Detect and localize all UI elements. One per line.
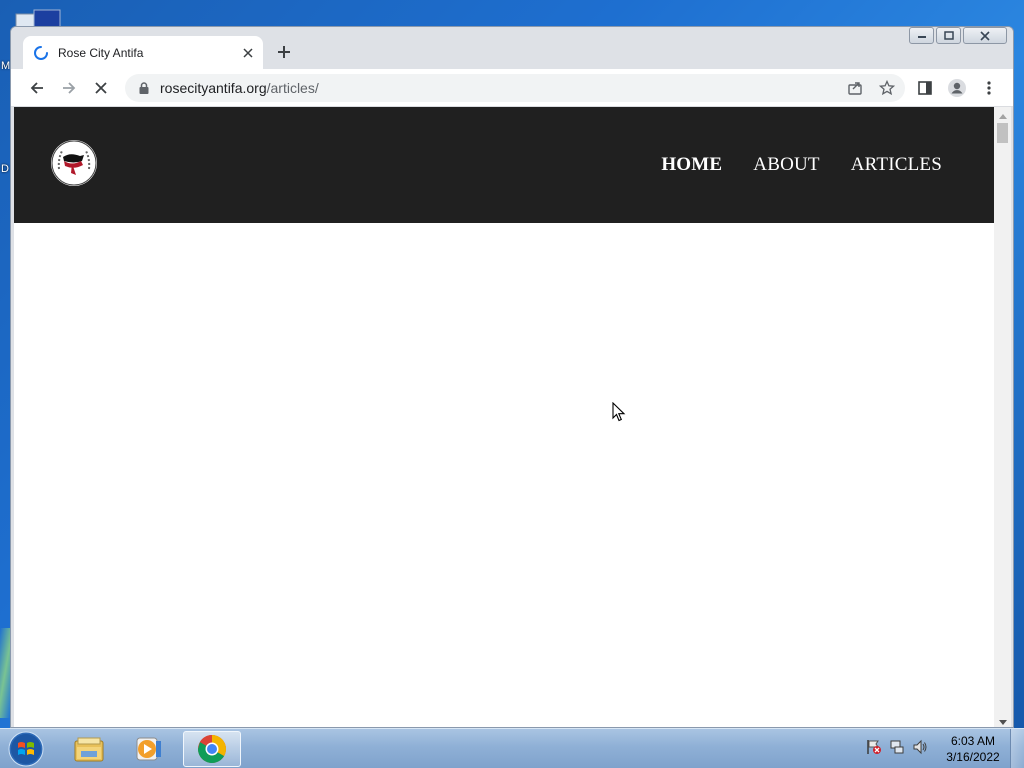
site-logo[interactable] [50,139,98,187]
tab-title: Rose City Antifa [58,45,144,60]
restore-icon[interactable] [936,27,961,44]
volume-icon[interactable] [912,739,928,755]
more-vert-icon[interactable] [977,76,1001,100]
tab-strip: Rose City Antifa [11,27,1013,69]
url-host: rosecityantifa.org [160,80,267,96]
browser-toolbar: rosecityantifa.org/articles/ [11,69,1013,107]
nav-home[interactable]: HOME [661,154,722,176]
taskbar-clock[interactable]: 6:03 AM 3/16/2022 [938,733,1008,765]
tab-rose-city-antifa[interactable]: Rose City Antifa [23,36,263,69]
desktop-icon-label: D [1,163,9,175]
page-viewport[interactable]: HOME ABOUT ARTICLES [14,107,994,727]
stop-loading-icon[interactable] [89,76,113,100]
page-scrollbar[interactable] [994,107,1011,727]
star-icon[interactable] [875,76,899,100]
close-icon[interactable] [239,44,257,62]
scroll-up-arrow-icon[interactable] [994,109,1011,123]
arrow-left-icon[interactable] [25,76,49,100]
show-desktop-button[interactable] [1010,729,1024,768]
nav-about[interactable]: ABOUT [753,154,819,176]
chrome-icon[interactable] [183,731,241,767]
desktop-icon-label: M [1,60,11,72]
site-nav: HOME ABOUT ARTICLES [661,154,942,176]
minimize-icon[interactable] [909,27,934,44]
profile-icon[interactable] [945,76,969,100]
loading-spinner-icon [33,45,49,61]
share-icon[interactable] [843,76,867,100]
window-controls [909,27,1007,44]
browser-window: Rose City Antifa rosecityantifa.org /art… [10,26,1014,728]
start-button[interactable] [6,730,46,768]
nav-articles[interactable]: ARTICLES [851,154,942,176]
scrollbar-thumb[interactable] [997,123,1008,143]
arrow-right-icon[interactable] [57,76,81,100]
system-tray [866,739,928,755]
action-center-flag-icon[interactable] [866,739,882,755]
scroll-down-arrow-icon[interactable] [994,715,1011,727]
mouse-cursor-icon [612,401,626,422]
network-icon[interactable] [889,739,905,755]
media-player-icon[interactable] [120,731,178,767]
close-icon[interactable] [963,27,1007,44]
lock-icon[interactable] [137,81,151,95]
desktop-wallpaper-accent [0,628,10,718]
address-bar[interactable]: rosecityantifa.org/articles/ [125,74,905,102]
clock-date: 3/16/2022 [946,750,1000,764]
side-panel-icon[interactable] [913,76,937,100]
file-explorer-icon[interactable] [60,731,118,767]
taskbar: 6:03 AM 3/16/2022 [0,728,1024,768]
clock-time: 6:03 AM [950,734,996,748]
site-header: HOME ABOUT ARTICLES [14,107,994,223]
plus-icon[interactable] [273,41,295,63]
url-path: /articles/ [266,80,319,96]
